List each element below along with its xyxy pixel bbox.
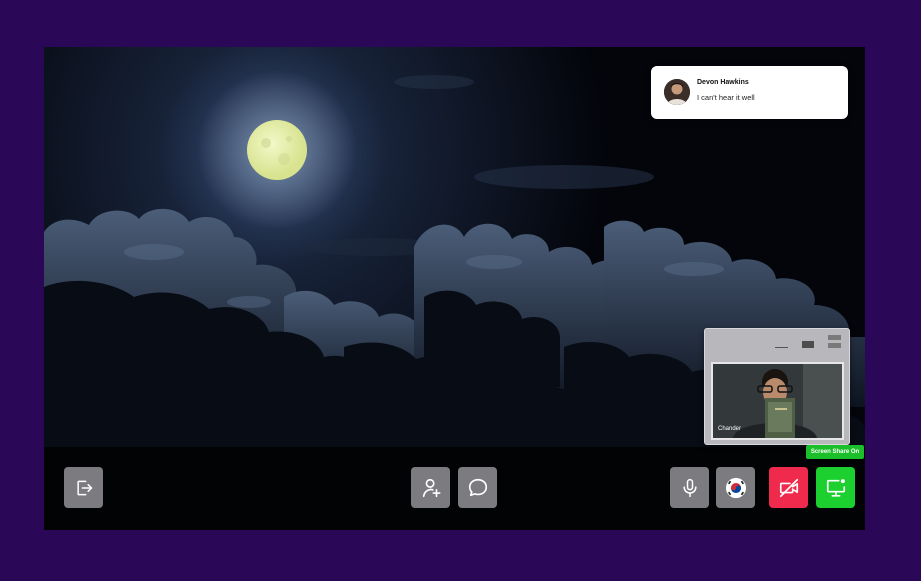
leave-icon — [76, 480, 92, 495]
main-video-feed — [44, 47, 865, 530]
add-participant-button[interactable] — [411, 467, 450, 508]
notification-sender: Devon Hawkins — [697, 79, 749, 86]
language-button[interactable] — [716, 467, 755, 508]
screen-share-icon — [826, 478, 845, 497]
camera-off-icon — [779, 478, 798, 497]
chat-icon — [468, 478, 487, 496]
notification-message: I can't hear it well — [697, 93, 755, 102]
pip-window[interactable]: Chander — [704, 328, 850, 445]
chat-notification: Devon Hawkins I can't hear it well — [651, 66, 848, 119]
leave-button[interactable] — [64, 467, 103, 508]
video-stage: Devon Hawkins I can't hear it well Chand — [44, 47, 865, 530]
layout-bar-icon — [828, 343, 841, 348]
pip-participant-name: Chander — [718, 426, 742, 432]
korea-flag-icon — [725, 477, 746, 498]
camera-toggle-button[interactable] — [769, 467, 808, 508]
layout-bar-icon — [828, 335, 841, 340]
mic-icon — [682, 478, 697, 497]
pip-minimize-button[interactable] — [775, 347, 788, 348]
chat-button[interactable] — [458, 467, 497, 508]
pip-maximize-button[interactable] — [802, 341, 814, 348]
screen-share-status-badge: Screen Share On — [806, 445, 864, 459]
pip-video: Chander — [711, 362, 844, 440]
microphone-button[interactable] — [670, 467, 709, 508]
pip-layout-button[interactable] — [828, 335, 841, 348]
screen-share-button[interactable] — [816, 467, 855, 508]
avatar — [664, 79, 690, 105]
add-user-icon — [422, 478, 441, 497]
